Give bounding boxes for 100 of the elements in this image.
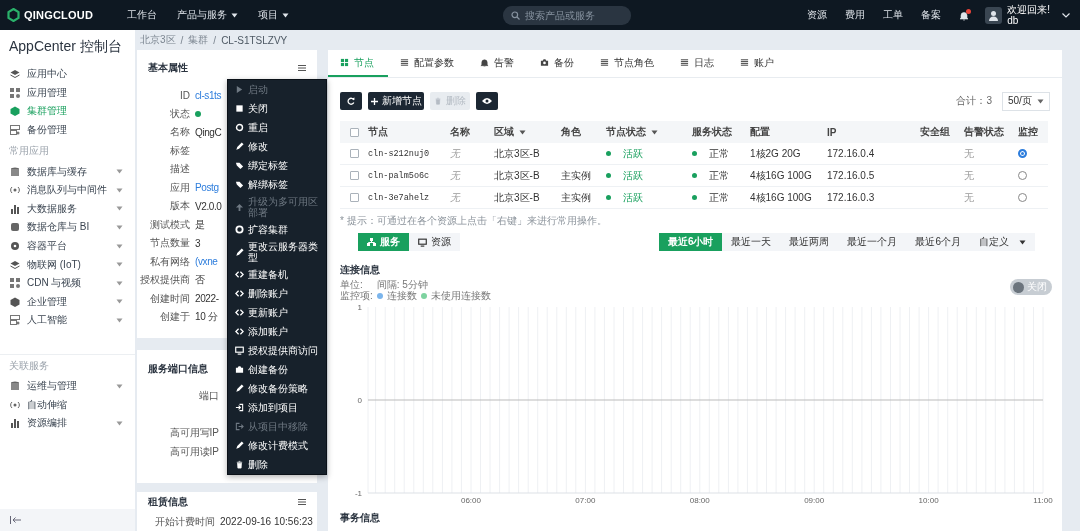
nav-link[interactable]: 资源: [807, 8, 828, 22]
field-label: 节点数量: [149, 236, 190, 251]
view-toggle[interactable]: 资源: [409, 233, 460, 251]
menu-item[interactable]: 重启: [228, 118, 326, 137]
time-range-button[interactable]: 最近一天: [722, 233, 781, 251]
column-header: 安全组: [920, 121, 964, 143]
sidebar-item[interactable]: 物联网 (IoT): [0, 255, 135, 274]
sidebar-item[interactable]: 数据库与缓存: [0, 162, 135, 181]
menu-item[interactable]: 删除: [228, 455, 326, 474]
time-range-button[interactable]: 最近两周: [780, 233, 839, 251]
sidebar-item[interactable]: 企业管理: [0, 292, 135, 312]
radio-button[interactable]: [1018, 149, 1027, 158]
sidebar-item[interactable]: 应用管理: [0, 83, 135, 103]
tab[interactable]: 备份: [528, 50, 588, 77]
trash-icon: [434, 97, 442, 105]
checkbox[interactable]: [349, 193, 359, 202]
field-link[interactable]: (vxne: [195, 256, 218, 268]
checkbox[interactable]: [349, 127, 359, 137]
menu-item[interactable]: 修改计费模式: [228, 436, 326, 455]
tab[interactable]: 日志: [668, 50, 728, 77]
sidebar-item[interactable]: 大数据服务: [0, 199, 135, 219]
menu-item[interactable]: 更改云服务器类型: [228, 239, 326, 265]
view-button[interactable]: [476, 92, 498, 110]
collapse-icon[interactable]: [10, 516, 21, 524]
sidebar-item[interactable]: 自动伸缩: [0, 395, 135, 414]
hint-text: * 提示：可通过在各个资源上点击「右键」来进行常用操作。: [340, 215, 608, 227]
status-dot: [692, 195, 697, 200]
tab[interactable]: 账户: [728, 50, 788, 77]
field-link[interactable]: cl-s1ts: [195, 89, 222, 101]
nav-item[interactable]: 工作台: [127, 8, 158, 22]
sidebar-item[interactable]: 运维与管理: [0, 376, 135, 396]
chart-icon: [10, 203, 20, 214]
menu-icon[interactable]: [298, 65, 306, 71]
add-node-button[interactable]: 新增节点: [368, 92, 424, 110]
page-size-select[interactable]: 50/页: [1002, 91, 1050, 111]
status-text: 活跃: [623, 146, 643, 161]
menu-item[interactable]: 修改备份策略: [228, 379, 326, 398]
sidebar-item[interactable]: 人工智能: [0, 311, 135, 330]
apps-icon: [10, 87, 20, 98]
status-dot: [606, 173, 611, 178]
nav-link[interactable]: 备案: [921, 8, 942, 22]
column-header[interactable]: 区域: [494, 121, 561, 143]
nav-item[interactable]: 项目: [258, 8, 290, 22]
refresh-button[interactable]: [340, 92, 362, 110]
cube-icon: [10, 106, 20, 117]
avatar-icon[interactable]: [985, 6, 1003, 24]
checkbox[interactable]: [349, 171, 359, 180]
sidebar-item[interactable]: 资源编排: [0, 413, 135, 433]
legend-label: 监控项:: [340, 290, 373, 301]
menu-item[interactable]: 绑定标签: [228, 156, 326, 175]
checkbox[interactable]: [349, 149, 359, 158]
sidebar-item[interactable]: 集群管理: [0, 102, 135, 121]
sidebar-item[interactable]: CDN 与视频: [0, 273, 135, 293]
tab[interactable]: 节点角色: [588, 50, 668, 77]
menu-item[interactable]: 添加账户: [228, 322, 326, 341]
time-range-button[interactable]: 最近一个月: [838, 233, 907, 251]
menu-item[interactable]: 添加到项目: [228, 398, 326, 417]
section-title: 连接信息: [340, 264, 381, 276]
time-range-button[interactable]: 最近6个月: [906, 233, 970, 251]
menu-item[interactable]: 解绑标签: [228, 175, 326, 194]
chevron-down-icon[interactable]: [1062, 12, 1070, 18]
menu-item[interactable]: 更新账户: [228, 303, 326, 322]
column-header[interactable]: 节点状态: [606, 121, 692, 143]
time-range-button[interactable]: 自定义: [970, 233, 1035, 251]
menu-item[interactable]: 修改: [228, 137, 326, 156]
field-link[interactable]: Postg: [195, 182, 219, 194]
sidebar-item[interactable]: 消息队列与中间件: [0, 180, 135, 200]
tab[interactable]: 告警: [468, 50, 528, 77]
menu-item[interactable]: 创建备份: [228, 360, 326, 379]
menu-icon[interactable]: [298, 499, 306, 506]
radio-button[interactable]: [1018, 171, 1027, 180]
table-cell: 无: [450, 168, 460, 183]
tab[interactable]: 节点: [328, 50, 388, 77]
menu-item[interactable]: 扩容集群: [228, 220, 326, 239]
interval-text: 间隔: 5分钟: [376, 279, 428, 290]
stop-icon: [235, 104, 244, 113]
sidebar-item[interactable]: 容器平台: [0, 236, 135, 256]
chart-icon: [10, 418, 20, 429]
nav-link[interactable]: 工单: [883, 8, 904, 22]
bell-icon[interactable]: [959, 9, 970, 21]
menu-item[interactable]: 授权提供商访问: [228, 341, 326, 360]
nav-item[interactable]: 产品与服务: [177, 8, 239, 22]
sidebar-item[interactable]: 数据仓库与 BI: [0, 218, 135, 237]
sidebar-item[interactable]: 备份管理: [0, 120, 135, 140]
nav-link[interactable]: 费用: [845, 8, 866, 22]
list-icon: [600, 58, 609, 67]
layers-icon: [10, 69, 20, 80]
sidebar-item[interactable]: 应用中心: [0, 65, 135, 84]
x-tick-label: 06:00: [460, 496, 481, 505]
status-text: 正常: [709, 190, 729, 205]
tab[interactable]: 配置参数: [388, 50, 468, 77]
menu-item[interactable]: 删除账户: [228, 284, 326, 303]
monitor-icon: [418, 237, 427, 247]
hierarchy-icon: [367, 238, 376, 246]
status-dot: [692, 151, 697, 156]
menu-item[interactable]: 关闭: [228, 99, 326, 118]
code-icon: [235, 270, 244, 279]
search-field[interactable]: 搜索产品或服务: [503, 5, 632, 25]
menu-item[interactable]: 重建备机: [228, 265, 326, 284]
radio-button[interactable]: [1018, 193, 1027, 202]
